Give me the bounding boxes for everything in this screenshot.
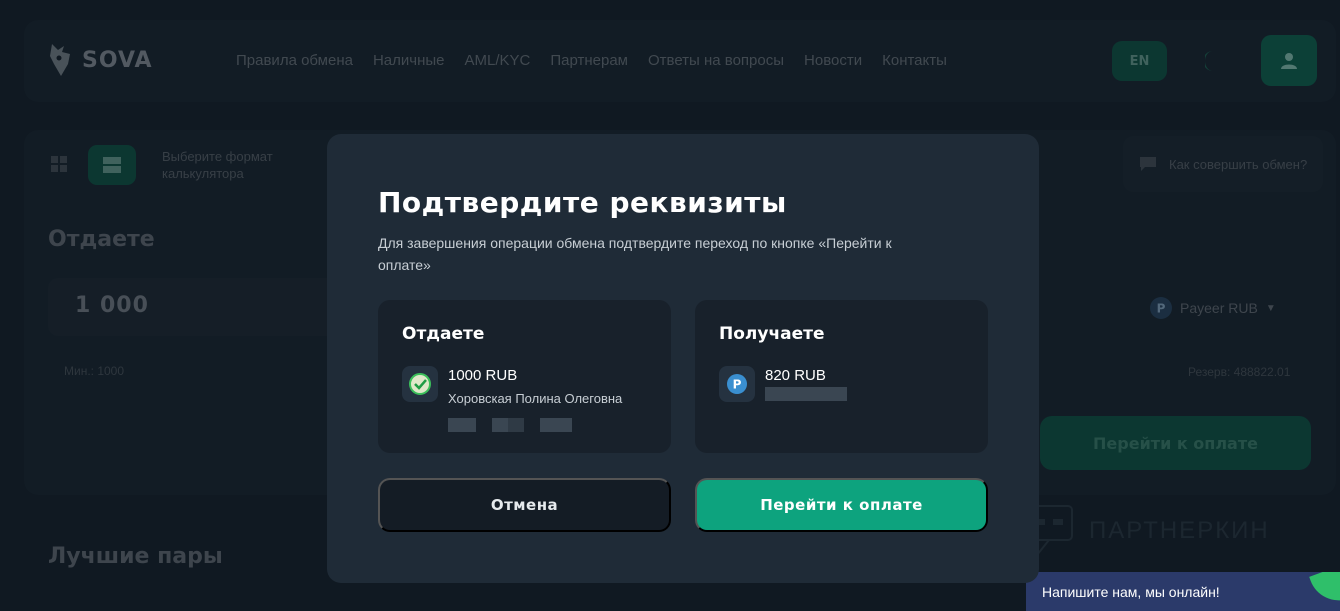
chat-widget[interactable]: Напишите нам, мы онлайн! <box>1026 572 1340 611</box>
confirm-details-modal: Подтвердите реквизиты Для завершения опе… <box>327 134 1039 583</box>
get-panel: Получаете P 820 RUB <box>695 300 988 453</box>
get-amount: 820 RUB <box>765 367 826 384</box>
leaf-icon <box>1309 572 1340 609</box>
redacted-wallet-number <box>765 387 847 401</box>
give-panel: Отдаете 1000 RUB Хоровская Полина Олегов… <box>378 300 671 453</box>
modal-title: Подтвердите реквизиты <box>378 186 787 219</box>
redacted-card-number <box>448 418 476 432</box>
cancel-button[interactable]: Отмена <box>378 478 671 532</box>
redacted-card-number <box>540 418 572 432</box>
card-holder-name: Хоровская Полина Олеговна <box>448 391 623 406</box>
modal-description: Для завершения операции обмена подтверди… <box>378 235 892 273</box>
give-amount: 1000 RUB <box>448 367 518 384</box>
chat-label: Напишите нам, мы онлайн! <box>1042 583 1220 600</box>
svg-text:P: P <box>733 378 742 392</box>
payeer-icon: P <box>719 366 755 402</box>
give-panel-title: Отдаете <box>402 324 485 344</box>
get-panel-title: Получаете <box>719 324 825 344</box>
sberbank-icon <box>402 366 438 402</box>
redacted-card-number <box>508 418 524 432</box>
proceed-to-payment-button[interactable]: Перейти к оплате <box>695 478 988 532</box>
